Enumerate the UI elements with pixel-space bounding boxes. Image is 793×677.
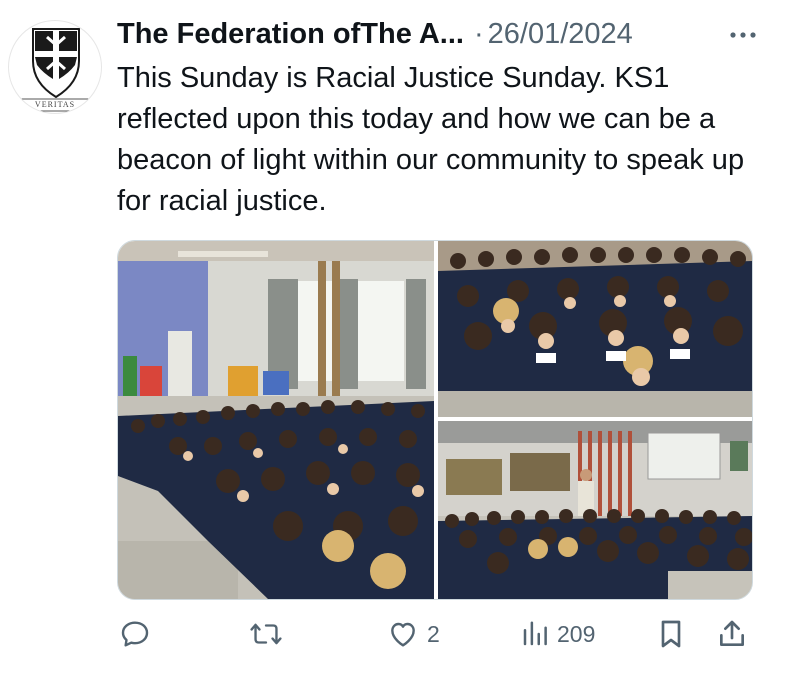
action-bar: 2 209 (117, 614, 757, 654)
more-icon (730, 32, 756, 38)
photo-praying[interactable] (438, 241, 752, 417)
tweet-text: This Sunday is Racial Justice Sunday. KS… (117, 62, 745, 217)
school-assembly-photo (438, 421, 752, 599)
bookmark-button[interactable] (657, 614, 685, 654)
retweet-icon (250, 623, 282, 645)
avatar[interactable]: VERITAS (8, 20, 102, 114)
reply-button[interactable] (119, 614, 151, 654)
reply-icon (121, 621, 149, 647)
avatar-motto: VERITAS (34, 100, 76, 109)
photo-assembly[interactable] (438, 421, 752, 599)
like-count: 2 (427, 620, 440, 647)
children-praying-photo (438, 241, 752, 417)
retweet-button[interactable] (249, 614, 283, 654)
share-button[interactable] (717, 614, 747, 654)
views-icon (523, 621, 547, 646)
views-button[interactable]: 209 (521, 614, 595, 654)
media-grid (117, 240, 753, 600)
share-icon (720, 620, 745, 646)
like-button[interactable]: 2 (387, 614, 440, 654)
tweet: VERITAS The Federation ofThe A... · 26/0… (0, 0, 793, 677)
tweet-header: The Federation ofThe A... · 26/01/2024 (117, 14, 763, 54)
more-options-button[interactable] (723, 20, 763, 50)
views-count: 209 (557, 620, 596, 647)
photo-hall[interactable] (118, 241, 434, 599)
header-separator: · (473, 17, 484, 50)
school-hall-photo (118, 241, 434, 599)
heart-icon (391, 622, 415, 647)
bookmark-icon (661, 620, 681, 648)
tweet-date[interactable]: 26/01/2024 (488, 18, 633, 51)
author-name[interactable]: The Federation ofThe A... (117, 18, 464, 51)
